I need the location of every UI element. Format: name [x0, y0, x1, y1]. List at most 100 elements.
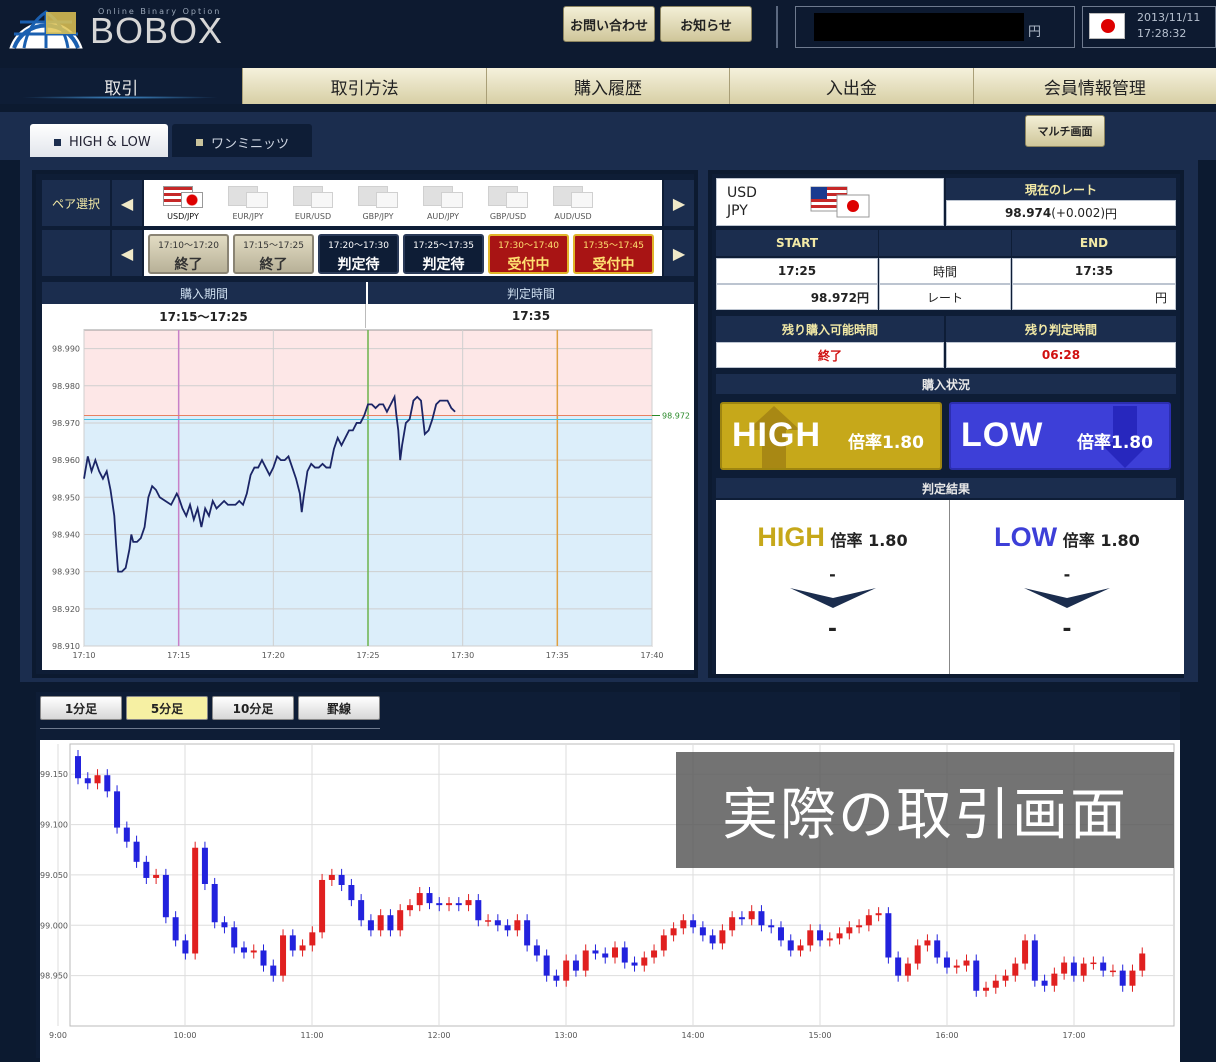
- candle-body: [1031, 940, 1038, 981]
- candle-body: [280, 935, 287, 976]
- result-label: 判定結果: [716, 478, 1176, 498]
- candle-body: [153, 874, 160, 878]
- candle-body: [84, 778, 91, 784]
- target-label: 98.972: [662, 412, 690, 421]
- slot-range: 17:30～17:40: [498, 241, 559, 251]
- candle-body: [1051, 973, 1058, 986]
- pair-item[interactable]: GBP/JPY: [347, 182, 409, 224]
- slot-status: 判定待: [422, 257, 465, 273]
- current-rate-box: 98.974 (+0.002) 円: [946, 200, 1176, 226]
- pair-item[interactable]: EUR/JPY: [217, 182, 279, 224]
- x-tick-label: 10:00: [173, 1031, 196, 1040]
- y-tick-label: 99.000: [40, 921, 68, 930]
- time-slot[interactable]: 17:30～17:40 受付中: [488, 234, 569, 274]
- label-spacer: [879, 230, 1011, 256]
- candle-body: [992, 980, 999, 988]
- candle-body: [563, 960, 570, 981]
- y-tick-label: 98.950: [40, 972, 68, 981]
- rate-panel: USD JPY 現在のレート 98.974 (+0.002) 円 START E…: [708, 170, 1184, 678]
- slot-next-button[interactable]: ▶: [664, 230, 694, 276]
- time-slot[interactable]: 17:10～17:20 終了: [148, 234, 229, 274]
- pair-item[interactable]: EUR/USD: [282, 182, 344, 224]
- low-button[interactable]: LOW 倍率1.80: [949, 402, 1171, 470]
- chart-line-button[interactable]: 罫線: [298, 696, 380, 720]
- pair-flag-icon: [161, 186, 205, 212]
- candle-body: [680, 920, 687, 929]
- time-slot[interactable]: 17:20～17:30 判定待: [318, 234, 399, 274]
- candle-body: [1061, 962, 1068, 974]
- time-slot[interactable]: 17:35～17:45 受付中: [573, 234, 654, 274]
- end-label: END: [1012, 230, 1176, 256]
- slot-range: 17:25～17:35: [413, 241, 474, 251]
- candle-body: [856, 925, 863, 928]
- chart-5min-button[interactable]: 5分足: [126, 696, 208, 720]
- pair-item[interactable]: USD/JPY: [152, 182, 214, 224]
- candle-body: [729, 917, 736, 931]
- time-slot[interactable]: 17:25～17:35 判定待: [403, 234, 484, 274]
- slot-prev-button[interactable]: ◀: [112, 230, 142, 276]
- nav-tab-deposit[interactable]: 入出金: [730, 68, 974, 104]
- candle-body: [446, 903, 453, 906]
- candle-body: [924, 940, 931, 946]
- candle-body: [1090, 962, 1097, 965]
- pair-item[interactable]: AUD/JPY: [412, 182, 474, 224]
- candle-body: [221, 922, 228, 928]
- tab-one-minute[interactable]: ワンミニッツ: [172, 124, 312, 160]
- candle-body: [367, 920, 374, 931]
- time-slot[interactable]: 17:15～17:25 終了: [233, 234, 314, 274]
- contact-button[interactable]: お問い合わせ: [563, 6, 655, 42]
- pair-item[interactable]: AUD/USD: [542, 182, 604, 224]
- candle-body: [143, 861, 150, 878]
- result-high: HIGH 倍率 1.80 - -: [716, 500, 950, 674]
- japan-flag-icon: [1089, 13, 1125, 39]
- candle-body: [836, 933, 843, 939]
- candle-body: [660, 935, 667, 951]
- purchase-status-label: 購入状況: [716, 374, 1176, 394]
- slot-range: 17:20～17:30: [328, 241, 389, 251]
- y-tick-label: 98.910: [52, 642, 80, 651]
- news-button[interactable]: お知らせ: [660, 6, 752, 42]
- pair-text: USD JPY: [727, 184, 757, 220]
- multi-screen-button[interactable]: マルチ画面: [1025, 115, 1105, 147]
- watermark-overlay: 実際の取引画面: [676, 752, 1174, 868]
- tab-high-low[interactable]: HIGH & LOW: [30, 124, 168, 160]
- nav-tab-account[interactable]: 会員情報管理: [974, 68, 1216, 104]
- history-chart-panel: 1分足 5分足 10分足 罫線 99.150 99.100 99.050 99.000…: [32, 688, 1184, 1062]
- pair-prev-button[interactable]: ◀: [112, 180, 142, 226]
- chart-1min-button[interactable]: 1分足: [40, 696, 122, 720]
- candle-body: [690, 920, 697, 928]
- x-tick-label: 17:00: [1062, 1031, 1085, 1040]
- candle-body: [182, 940, 189, 954]
- chart-10min-button[interactable]: 10分足: [212, 696, 294, 720]
- candle-body: [934, 940, 941, 958]
- start-label: START: [716, 230, 878, 256]
- candle-body: [104, 775, 111, 792]
- candle-body: [719, 930, 726, 944]
- pair-list: USD/JPY EUR/JPY EUR/USD GBP/JPY AUD/JPY GBP/U…: [144, 180, 662, 226]
- candle-body: [768, 925, 775, 928]
- pair-item[interactable]: GBP/USD: [477, 182, 539, 224]
- candle-body: [875, 913, 882, 916]
- candle-body: [543, 955, 550, 976]
- candle-body: [631, 962, 638, 966]
- result-high-mult-label: 倍率: [830, 531, 863, 550]
- logo[interactable]: Online Binary Option BOBOX: [6, 4, 226, 51]
- nav-tab-history[interactable]: 購入履歴: [487, 68, 731, 104]
- result-box: HIGH 倍率 1.80 - - LOW 倍率 1.80 - -: [716, 500, 1184, 674]
- nav-tab-howto[interactable]: 取引方法: [243, 68, 487, 104]
- candle-body: [231, 927, 238, 948]
- clock-box: 2013/11/11 17:28:32: [1082, 6, 1216, 48]
- button-underline: [40, 728, 380, 729]
- candle-body: [1119, 970, 1126, 986]
- trade-period-info: 購入期間 判定時間 17:15～17:25 17:35: [42, 282, 694, 328]
- end-rate: 円: [1012, 284, 1176, 310]
- pair-quote: JPY: [727, 203, 748, 219]
- candle-body: [260, 950, 267, 966]
- rate-line-chart-svg: 98.990 98.980 98.970 98.960 98.950 98.940 98.9…: [52, 329, 690, 660]
- high-button[interactable]: HIGH 倍率1.80: [720, 402, 942, 470]
- slot-status: 受付中: [507, 257, 550, 273]
- slot-status: 受付中: [592, 257, 635, 273]
- candle-body: [1129, 970, 1136, 986]
- pair-next-button[interactable]: ▶: [664, 180, 694, 226]
- candle-body: [397, 910, 404, 931]
